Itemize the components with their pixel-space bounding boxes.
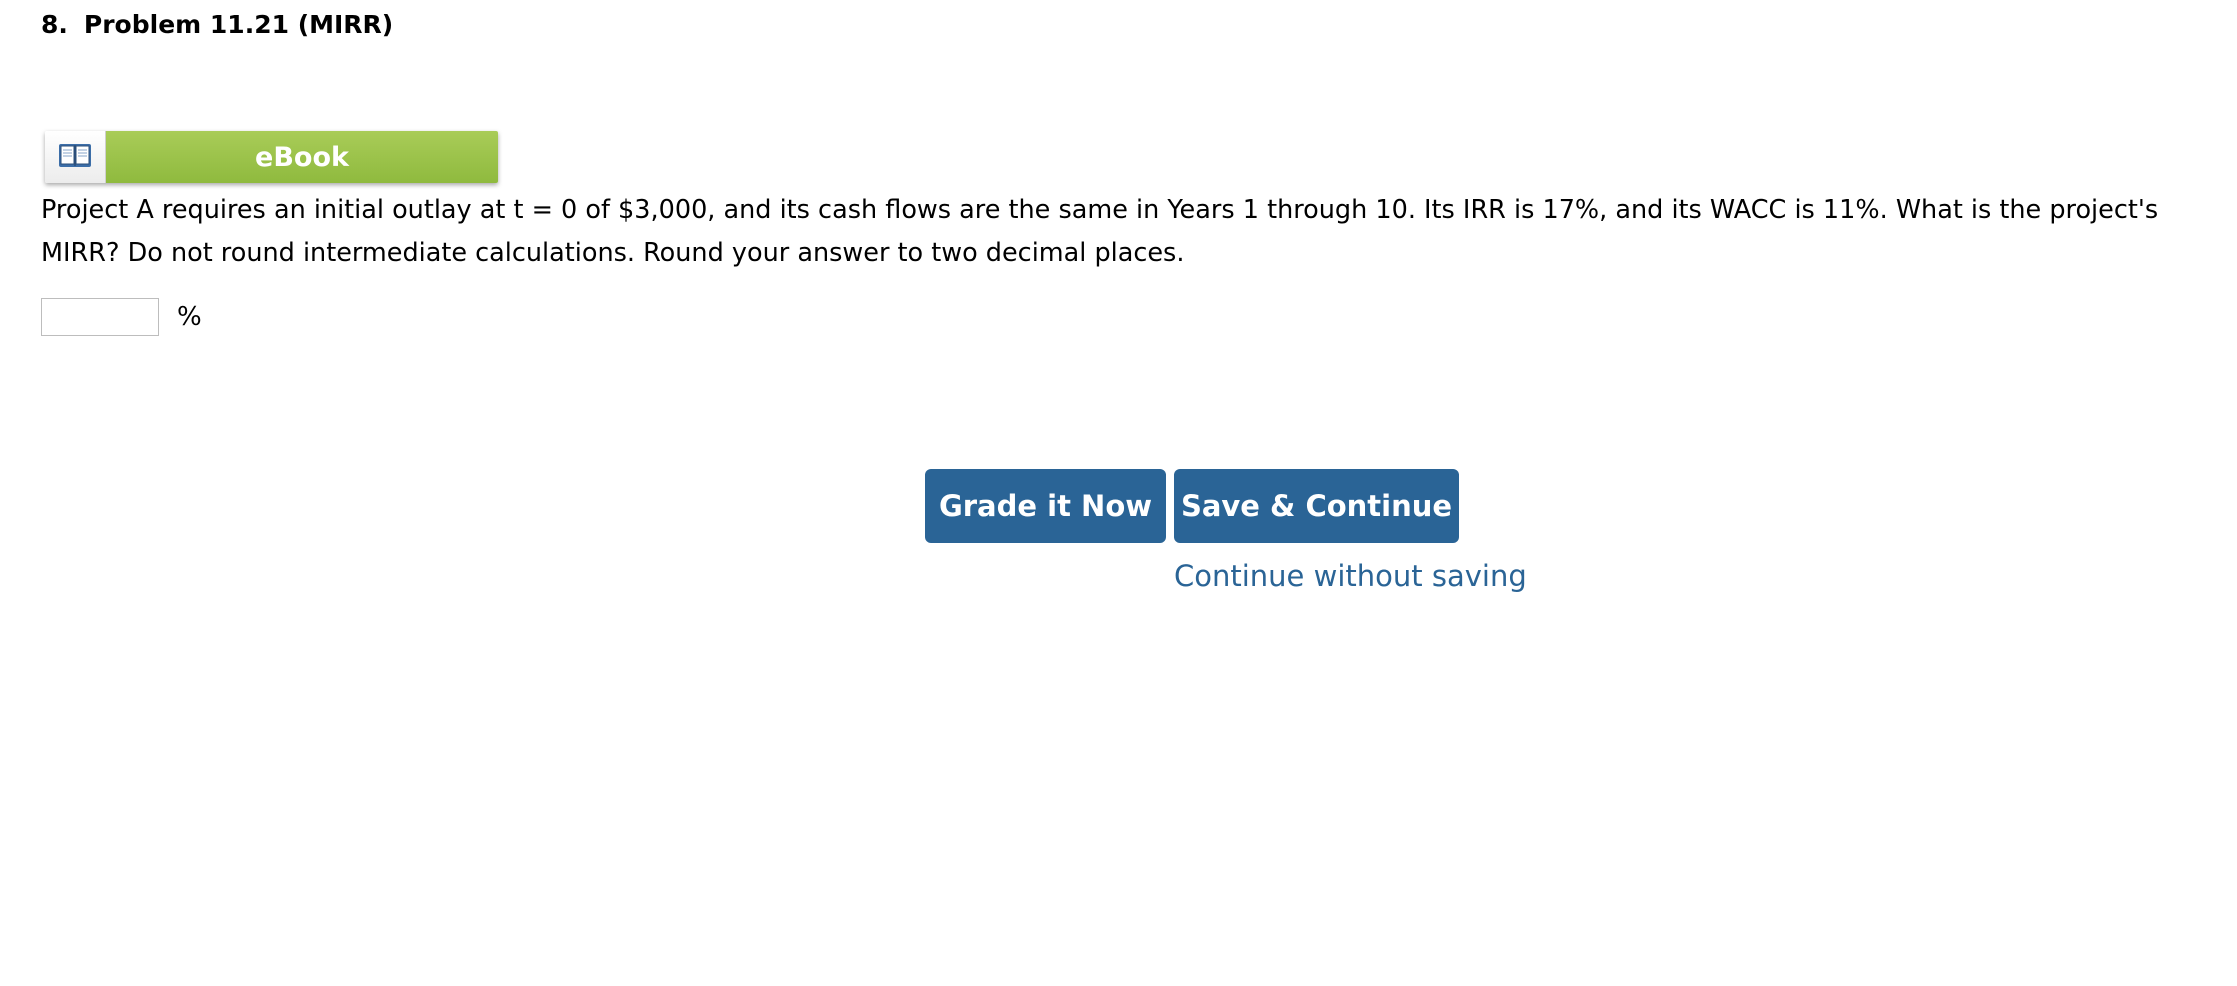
ebook-label: eBook [106,131,498,183]
problem-number: 8. [41,10,68,39]
save-and-continue-button[interactable]: Save & Continue [1174,469,1459,543]
continue-without-saving-link[interactable]: Continue without saving [1174,556,1527,596]
question-text: Project A requires an initial outlay at … [41,195,2159,268]
grade-it-now-button[interactable]: Grade it Now [925,469,1166,543]
mirr-answer-input[interactable] [41,298,159,336]
book-icon [58,141,92,173]
ebook-button[interactable]: eBook [45,131,498,183]
problem-title: 8. Problem 11.21 (MIRR) [41,8,393,42]
problem-name: Problem 11.21 (MIRR) [83,10,394,39]
ebook-icon-container [45,131,106,183]
answer-row: % [41,298,202,336]
percent-unit-label: % [177,302,202,332]
